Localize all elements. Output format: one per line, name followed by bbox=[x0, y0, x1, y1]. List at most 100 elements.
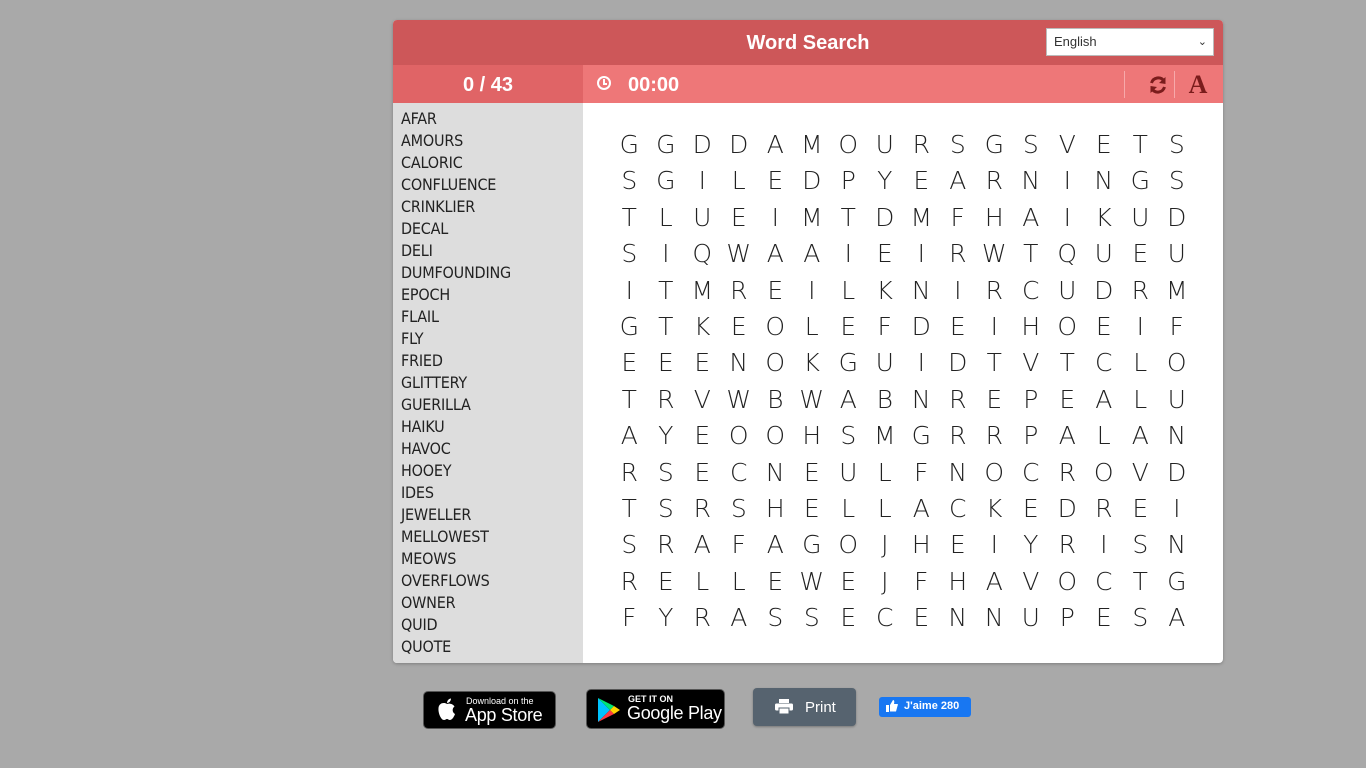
grid-cell[interactable]: S bbox=[648, 491, 685, 527]
grid-cell[interactable]: A bbox=[684, 527, 721, 563]
grid-cell[interactable]: L bbox=[794, 309, 831, 345]
print-button[interactable]: Print bbox=[753, 688, 856, 726]
grid-cell[interactable]: N bbox=[903, 382, 940, 418]
grid-cell[interactable]: C bbox=[1013, 455, 1050, 491]
grid-cell[interactable]: E bbox=[757, 564, 794, 600]
grid-cell[interactable]: N bbox=[721, 345, 758, 381]
grid-cell[interactable]: A bbox=[1013, 200, 1050, 236]
grid-cell[interactable]: I bbox=[1086, 527, 1123, 563]
grid-cell[interactable]: P bbox=[1013, 418, 1050, 454]
grid-cell[interactable]: O bbox=[830, 127, 867, 163]
grid-cell[interactable]: T bbox=[1013, 236, 1050, 272]
grid-cell[interactable]: D bbox=[794, 163, 831, 199]
grid-cell[interactable]: U bbox=[1049, 273, 1086, 309]
grid-cell[interactable]: V bbox=[1122, 455, 1159, 491]
grid-cell[interactable]: D bbox=[684, 127, 721, 163]
grid-cell[interactable]: U bbox=[1122, 200, 1159, 236]
grid-cell[interactable]: I bbox=[1159, 491, 1196, 527]
grid-cell[interactable]: A bbox=[794, 236, 831, 272]
grid-cell[interactable]: Q bbox=[1049, 236, 1086, 272]
grid-cell[interactable]: O bbox=[757, 418, 794, 454]
grid-cell[interactable]: R bbox=[976, 418, 1013, 454]
grid-cell[interactable]: N bbox=[976, 600, 1013, 636]
grid-cell[interactable]: C bbox=[940, 491, 977, 527]
grid-cell[interactable]: L bbox=[684, 564, 721, 600]
facebook-like-button[interactable]: J'aime 280 bbox=[879, 697, 971, 717]
grid-cell[interactable]: S bbox=[1159, 127, 1196, 163]
grid-cell[interactable]: N bbox=[940, 455, 977, 491]
grid-cell[interactable]: V bbox=[1013, 564, 1050, 600]
grid-cell[interactable]: G bbox=[1159, 564, 1196, 600]
grid-cell[interactable]: Q bbox=[684, 236, 721, 272]
word-list[interactable]: AFAR AMOURS CALORIC CONFLUENCE CRINKLIER DECA… bbox=[393, 103, 583, 663]
grid-cell[interactable]: E bbox=[684, 345, 721, 381]
grid-cell[interactable]: E bbox=[684, 455, 721, 491]
grid-cell[interactable]: Y bbox=[648, 418, 685, 454]
grid-cell[interactable]: R bbox=[1049, 455, 1086, 491]
grid-cell[interactable]: A bbox=[1086, 382, 1123, 418]
grid-cell[interactable]: M bbox=[794, 200, 831, 236]
grid-cell[interactable]: K bbox=[976, 491, 1013, 527]
grid-cell[interactable]: E bbox=[940, 309, 977, 345]
google-play-badge[interactable]: GET IT ON Google Play bbox=[586, 689, 725, 729]
grid-cell[interactable]: U bbox=[1159, 236, 1196, 272]
grid-cell[interactable]: R bbox=[648, 382, 685, 418]
grid-cell[interactable]: M bbox=[867, 418, 904, 454]
grid-cell[interactable]: J bbox=[867, 527, 904, 563]
grid-cell[interactable]: G bbox=[794, 527, 831, 563]
grid-cell[interactable]: L bbox=[1086, 418, 1123, 454]
grid-cell[interactable]: I bbox=[1122, 309, 1159, 345]
grid-cell[interactable]: F bbox=[721, 527, 758, 563]
grid-cell[interactable]: I bbox=[684, 163, 721, 199]
grid-cell[interactable]: R bbox=[611, 455, 648, 491]
grid-cell[interactable]: O bbox=[1049, 564, 1086, 600]
grid-cell[interactable]: P bbox=[1013, 382, 1050, 418]
grid-cell[interactable]: V bbox=[684, 382, 721, 418]
grid-cell[interactable]: A bbox=[757, 527, 794, 563]
grid-cell[interactable]: C bbox=[1086, 345, 1123, 381]
grid-cell[interactable]: U bbox=[1086, 236, 1123, 272]
grid-cell[interactable]: A bbox=[903, 491, 940, 527]
grid-cell[interactable]: U bbox=[830, 455, 867, 491]
grid-cell[interactable]: W bbox=[721, 236, 758, 272]
grid-cell[interactable]: C bbox=[1013, 273, 1050, 309]
grid-cell[interactable]: Y bbox=[1013, 527, 1050, 563]
grid-cell[interactable]: E bbox=[867, 236, 904, 272]
grid-cell[interactable]: V bbox=[1049, 127, 1086, 163]
grid-cell[interactable]: N bbox=[1086, 163, 1123, 199]
grid-cell[interactable]: I bbox=[903, 345, 940, 381]
grid-cell[interactable]: C bbox=[867, 600, 904, 636]
grid-cell[interactable]: R bbox=[648, 527, 685, 563]
grid-cell[interactable]: F bbox=[611, 600, 648, 636]
grid-cell[interactable]: U bbox=[867, 345, 904, 381]
grid-cell[interactable]: I bbox=[940, 273, 977, 309]
grid-cell[interactable]: T bbox=[648, 273, 685, 309]
grid-cell[interactable]: L bbox=[830, 491, 867, 527]
grid-cell[interactable]: U bbox=[867, 127, 904, 163]
grid-cell[interactable]: W bbox=[721, 382, 758, 418]
grid-cell[interactable]: A bbox=[940, 163, 977, 199]
grid-cell[interactable]: E bbox=[1122, 491, 1159, 527]
grid-cell[interactable]: N bbox=[1159, 418, 1196, 454]
grid-cell[interactable]: A bbox=[1159, 600, 1196, 636]
grid-cell[interactable]: L bbox=[1122, 345, 1159, 381]
grid-cell[interactable]: L bbox=[1122, 382, 1159, 418]
grid-cell[interactable]: N bbox=[1013, 163, 1050, 199]
grid-cell[interactable]: A bbox=[611, 418, 648, 454]
grid-cell[interactable]: I bbox=[976, 527, 1013, 563]
grid-cell[interactable]: E bbox=[830, 600, 867, 636]
grid-cell[interactable]: H bbox=[976, 200, 1013, 236]
grid-cell[interactable]: S bbox=[648, 455, 685, 491]
grid-cell[interactable]: R bbox=[976, 273, 1013, 309]
grid-cell[interactable]: T bbox=[611, 200, 648, 236]
grid-cell[interactable]: R bbox=[976, 163, 1013, 199]
grid-cell[interactable]: H bbox=[1013, 309, 1050, 345]
grid-cell[interactable]: I bbox=[1049, 200, 1086, 236]
grid-cell[interactable]: C bbox=[721, 455, 758, 491]
grid-cell[interactable]: E bbox=[611, 345, 648, 381]
grid-cell[interactable]: A bbox=[1049, 418, 1086, 454]
grid-cell[interactable]: E bbox=[721, 200, 758, 236]
grid-cell[interactable]: A bbox=[1122, 418, 1159, 454]
grid-cell[interactable]: S bbox=[611, 163, 648, 199]
grid-cell[interactable]: R bbox=[1122, 273, 1159, 309]
